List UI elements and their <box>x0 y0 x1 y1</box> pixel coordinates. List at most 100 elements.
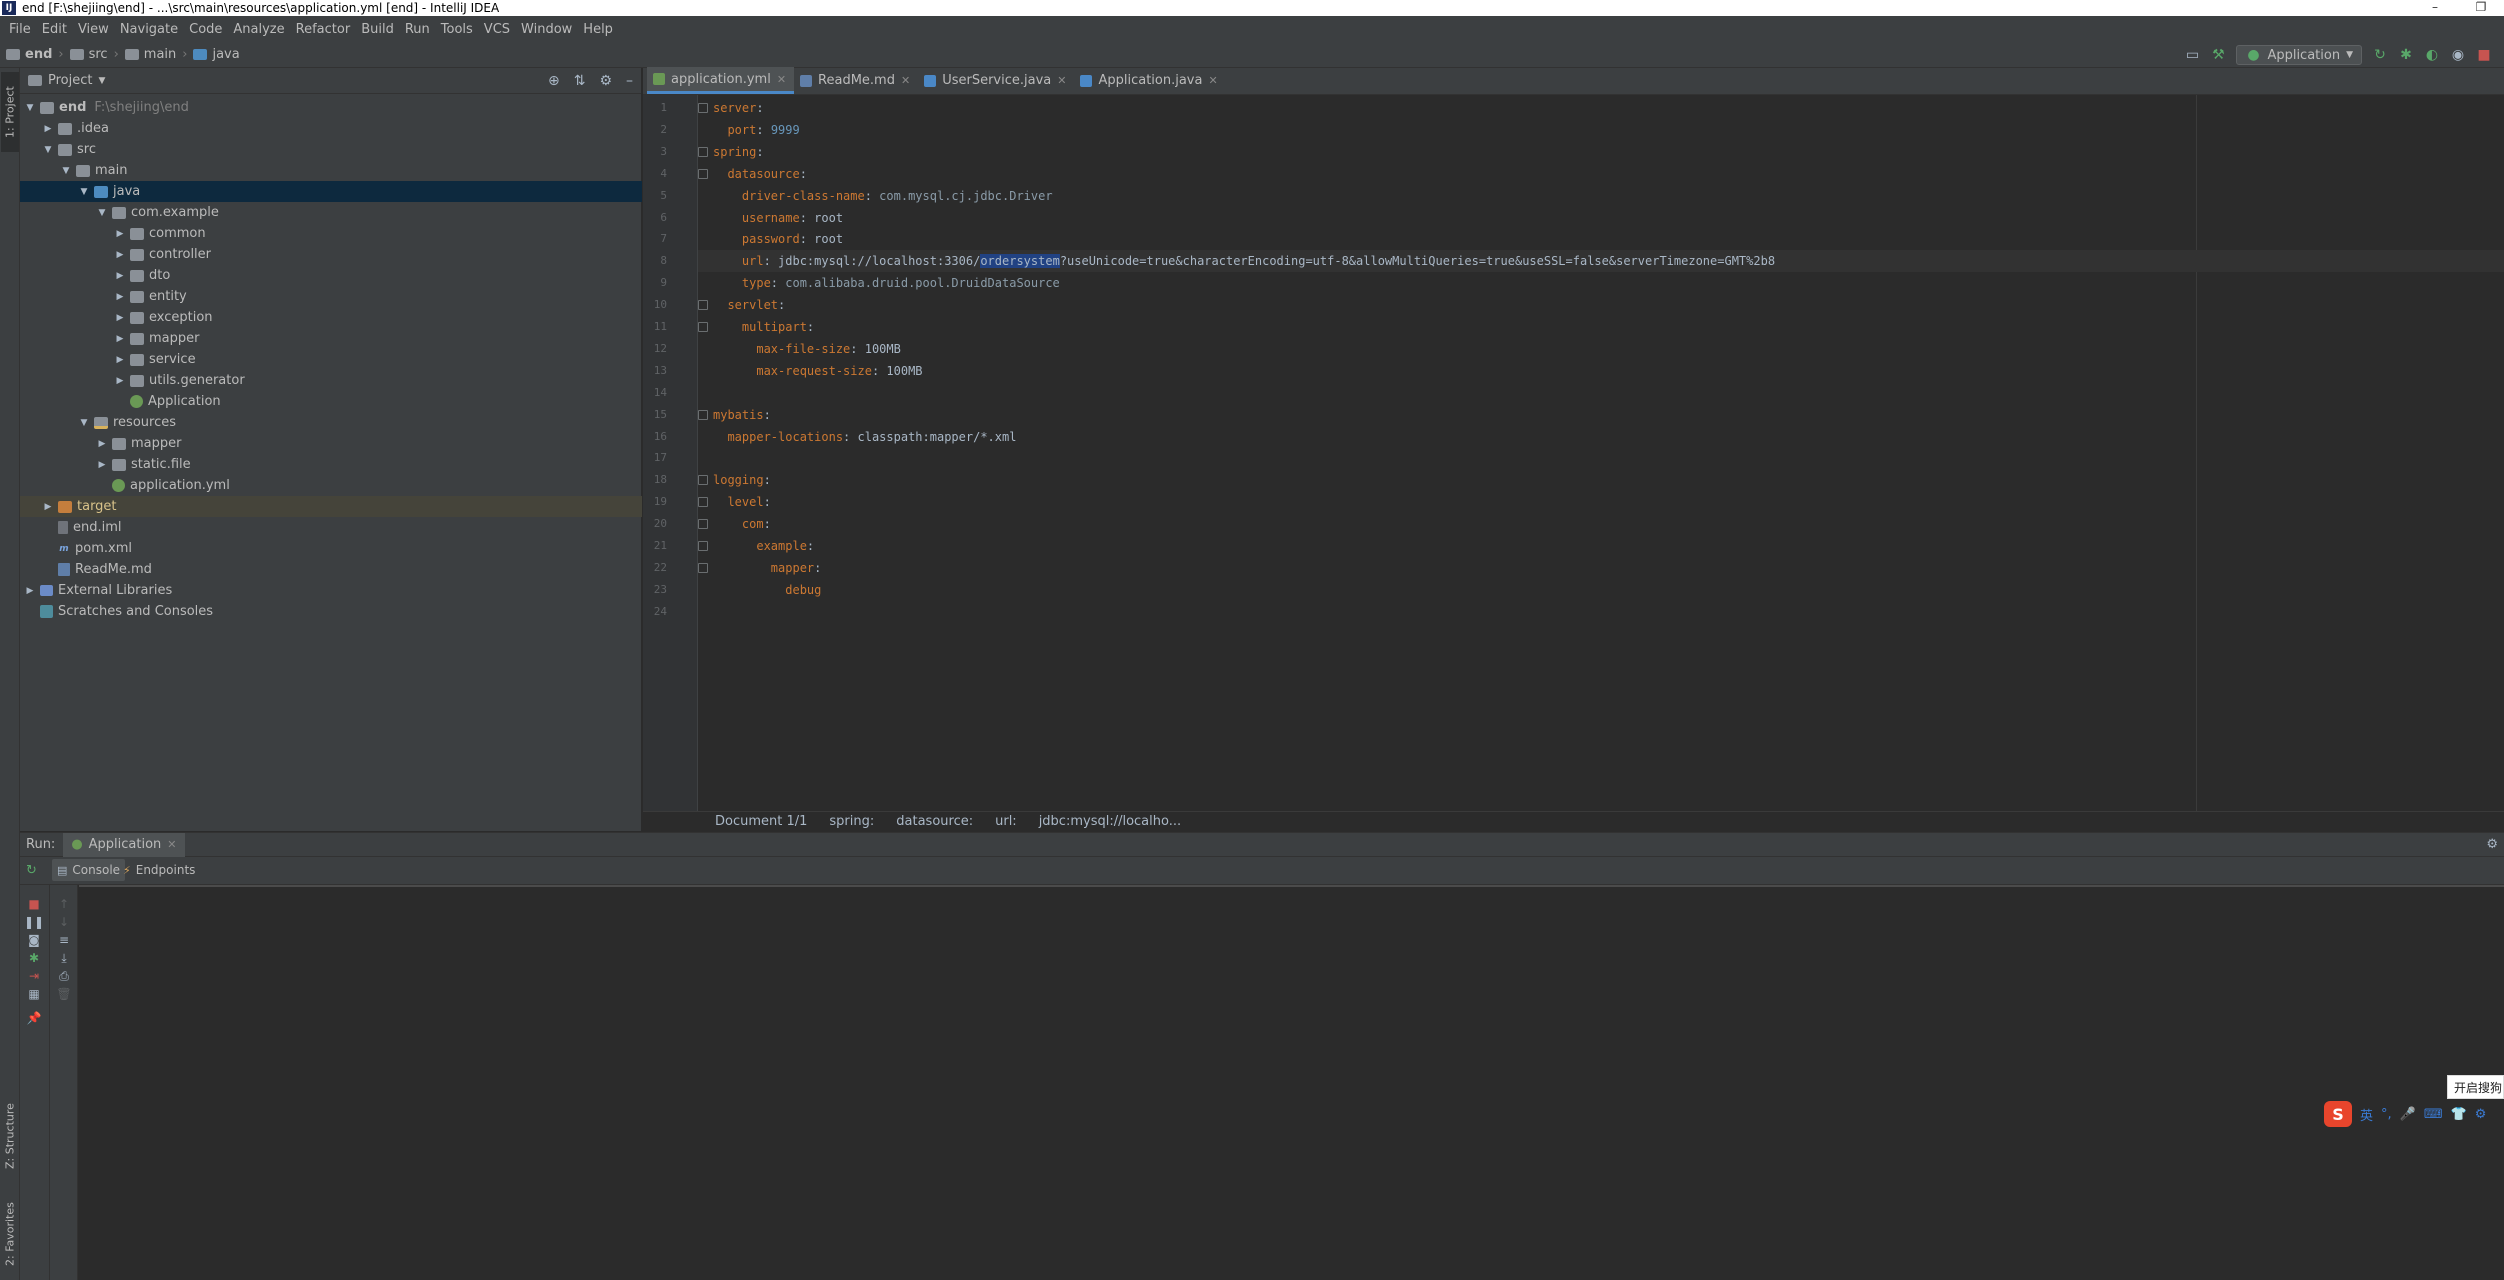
menu-navigate[interactable]: Navigate <box>115 22 184 37</box>
fold-marker-icon[interactable] <box>698 146 708 157</box>
console-tab[interactable]: ▤ Console <box>52 859 126 881</box>
fold-marker-icon[interactable] <box>698 562 708 573</box>
tree-item[interactable]: ▶ mapper <box>20 328 642 349</box>
microphone-icon[interactable]: 🎤 <box>2400 1107 2416 1122</box>
keyboard-icon[interactable]: ⌨ <box>2424 1107 2443 1122</box>
arrow-down-icon[interactable]: ↓ <box>50 915 78 929</box>
trash-icon[interactable]: 🗑 <box>50 987 78 1001</box>
editor-tab[interactable]: Application.java ✕ <box>1074 67 1225 94</box>
tree-item[interactable]: m pom.xml <box>20 538 642 559</box>
editor-tab[interactable]: ReadMe.md ✕ <box>794 67 918 94</box>
ime-settings-icon[interactable]: ⚙ <box>2475 1107 2487 1122</box>
chevron-right-icon[interactable]: ▶ <box>114 355 126 365</box>
restore-button[interactable]: ❐ <box>2458 0 2504 16</box>
menu-build[interactable]: Build <box>356 22 400 37</box>
tree-item[interactable]: ▼ src <box>20 139 642 160</box>
close-icon[interactable]: ✕ <box>777 73 786 86</box>
coverage-icon[interactable]: ◐ <box>2424 47 2440 63</box>
fold-marker-icon[interactable] <box>698 541 708 551</box>
tree-item[interactable]: ▼ resources <box>20 412 642 433</box>
tree-item[interactable]: ▶ mapper <box>20 433 642 454</box>
soft-wrap-icon[interactable]: ≡ <box>50 933 78 947</box>
tree-item[interactable]: ▶ .idea <box>20 118 642 139</box>
chevron-right-icon[interactable]: ▶ <box>114 376 126 386</box>
chevron-right-icon[interactable]: ▶ <box>96 460 108 470</box>
close-icon[interactable]: ✕ <box>1057 74 1066 87</box>
tree-item[interactable]: ▼ main <box>20 160 642 181</box>
locate-icon[interactable]: ⊕ <box>548 73 560 89</box>
collapse-all-icon[interactable]: ⇅ <box>574 73 586 89</box>
layout-icon[interactable]: ▦ <box>20 987 48 1001</box>
fold-marker-icon[interactable] <box>698 497 708 508</box>
rerun-icon[interactable]: ↻ <box>26 863 37 878</box>
structure-tool-tab[interactable]: Z: Structure <box>1 1088 19 1184</box>
chevron-down-icon[interactable]: ▼ <box>78 418 90 428</box>
breadcrumb-main[interactable]: main <box>124 47 176 62</box>
menu-refactor[interactable]: Refactor <box>291 22 357 37</box>
tree-item[interactable]: ▶ exception <box>20 307 642 328</box>
editor-breadcrumb-item[interactable]: jdbc:mysql://localho... <box>1039 814 1181 829</box>
build-hammer-icon[interactable]: ⚒ <box>2210 47 2226 63</box>
project-view-select[interactable]: Project ▼ <box>28 73 105 88</box>
fold-marker-icon[interactable] <box>698 168 708 179</box>
tree-item[interactable]: ▼ end F:\shejiing\end <box>20 97 642 118</box>
tree-item[interactable]: Application <box>20 391 642 412</box>
tree-item[interactable]: application.yml <box>20 475 642 496</box>
tree-item[interactable]: ▶ common <box>20 223 642 244</box>
fold-marker-icon[interactable] <box>698 519 708 530</box>
favorites-tool-tab[interactable]: 2: Favorites <box>1 1188 19 1280</box>
editor-breadcrumb-item[interactable]: url: <box>995 814 1017 829</box>
run-configuration-select[interactable]: ● Application ▼ <box>2236 45 2362 65</box>
camera-icon[interactable]: ◙ <box>20 933 48 947</box>
menu-code[interactable]: Code <box>184 22 228 37</box>
tree-item[interactable]: ▶ static.file <box>20 454 642 475</box>
chevron-right-icon[interactable]: ▶ <box>114 271 126 281</box>
ime-language-toggle[interactable]: 英 <box>2360 1105 2373 1124</box>
tree-item[interactable]: ReadMe.md <box>20 559 642 580</box>
tree-item[interactable]: ▶ target <box>20 496 642 517</box>
chevron-down-icon[interactable]: ▼ <box>60 166 72 176</box>
hide-icon[interactable]: – <box>626 73 633 89</box>
chevron-down-icon[interactable]: ▼ <box>24 103 36 113</box>
code-editor[interactable]: 1 2 3 4 5 6 7 8 9 10 11 12 13 14 15 16 17 18 19 20 21 22 23 24 … <box>643 95 2504 811</box>
editor-breadcrumb-item[interactable]: Document 1/1 <box>715 814 807 829</box>
minimize-button[interactable]: – <box>2412 0 2458 16</box>
chevron-right-icon[interactable]: ▶ <box>114 250 126 260</box>
tree-item[interactable]: ▼ java <box>20 181 642 202</box>
chevron-down-icon[interactable]: ▼ <box>96 208 108 218</box>
tree-item[interactable]: ▶ entity <box>20 286 642 307</box>
breadcrumb-src[interactable]: src <box>69 47 108 62</box>
menu-file[interactable]: File <box>4 22 37 37</box>
exit-icon[interactable]: ⇥ <box>20 969 48 983</box>
editor-breadcrumb-item[interactable]: spring: <box>829 814 874 829</box>
chevron-right-icon[interactable]: ▶ <box>42 124 54 134</box>
editor-tab[interactable]: UserService.java ✕ <box>918 67 1074 94</box>
scroll-to-end-icon[interactable]: ⤓ <box>50 951 78 966</box>
tree-item[interactable]: ▶ External Libraries <box>20 580 642 601</box>
fold-marker-icon[interactable] <box>698 322 708 332</box>
skin-icon[interactable]: 👕 <box>2451 1107 2467 1122</box>
tree-item[interactable]: ▶ controller <box>20 244 642 265</box>
chevron-right-icon[interactable]: ▶ <box>114 292 126 302</box>
tree-item[interactable]: end.iml <box>20 517 642 538</box>
profile-icon[interactable]: ◉ <box>2450 47 2466 63</box>
pin-icon[interactable]: 📌 <box>20 1011 48 1025</box>
chevron-right-icon[interactable]: ▶ <box>96 439 108 449</box>
endpoints-tab[interactable]: ⚡ Endpoints <box>118 859 200 881</box>
close-icon[interactable]: ✕ <box>167 838 176 851</box>
menu-vcs[interactable]: VCS <box>479 22 516 37</box>
tree-item[interactable]: Scratches and Consoles <box>20 601 642 622</box>
menu-tools[interactable]: Tools <box>436 22 479 37</box>
punctuation-icon[interactable]: °, <box>2381 1107 2392 1122</box>
fold-marker-icon[interactable] <box>698 300 708 311</box>
stop-icon[interactable]: ■ <box>2476 47 2492 63</box>
pause-icon[interactable]: ❚❚ <box>20 915 48 929</box>
sogou-logo-icon[interactable]: S <box>2324 1101 2352 1127</box>
editor-breadcrumb-item[interactable]: datasource: <box>896 814 973 829</box>
tree-item[interactable]: ▶ utils.generator <box>20 370 642 391</box>
menu-analyze[interactable]: Analyze <box>228 22 290 37</box>
chevron-right-icon[interactable]: ▶ <box>114 313 126 323</box>
menu-view[interactable]: View <box>73 22 115 37</box>
arrow-up-icon[interactable]: ↑ <box>50 897 78 911</box>
fold-marker-icon[interactable] <box>698 475 708 486</box>
